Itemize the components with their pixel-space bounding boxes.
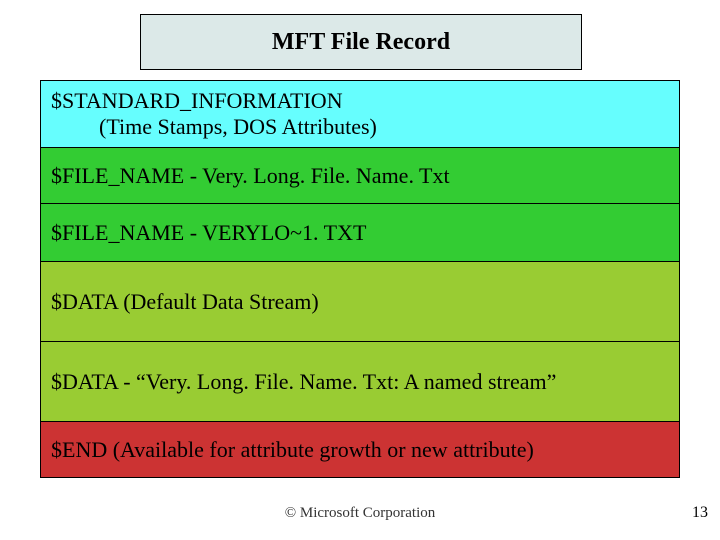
- row-end: $END (Available for attribute growth or …: [40, 422, 680, 478]
- row-data-default-label: $DATA (Default Data Stream): [51, 289, 669, 315]
- row-standard-information-detail: (Time Stamps, DOS Attributes): [51, 114, 669, 140]
- row-standard-information-label: $STANDARD_INFORMATION: [51, 88, 669, 114]
- record-stack: $STANDARD_INFORMATION (Time Stamps, DOS …: [40, 80, 680, 478]
- row-data-named: $DATA - “Very. Long. File. Name. Txt: A …: [40, 342, 680, 422]
- record-title: MFT File Record: [272, 29, 450, 56]
- row-filename-long-label: $FILE_NAME - Very. Long. File. Name. Txt: [51, 163, 669, 189]
- row-filename-short-label: $FILE_NAME - VERYLO~1. TXT: [51, 220, 669, 246]
- row-data-named-label: $DATA - “Very. Long. File. Name. Txt: A …: [51, 369, 669, 395]
- row-standard-information: $STANDARD_INFORMATION (Time Stamps, DOS …: [40, 80, 680, 148]
- copyright-text: © Microsoft Corporation: [0, 505, 720, 522]
- page-number: 13: [692, 504, 708, 522]
- row-filename-long: $FILE_NAME - Very. Long. File. Name. Txt: [40, 148, 680, 204]
- row-filename-short: $FILE_NAME - VERYLO~1. TXT: [40, 204, 680, 262]
- record-title-box: MFT File Record: [140, 14, 582, 70]
- row-end-label: $END (Available for attribute growth or …: [51, 437, 669, 463]
- row-data-default: $DATA (Default Data Stream): [40, 262, 680, 342]
- slide: MFT File Record $STANDARD_INFORMATION (T…: [0, 0, 720, 540]
